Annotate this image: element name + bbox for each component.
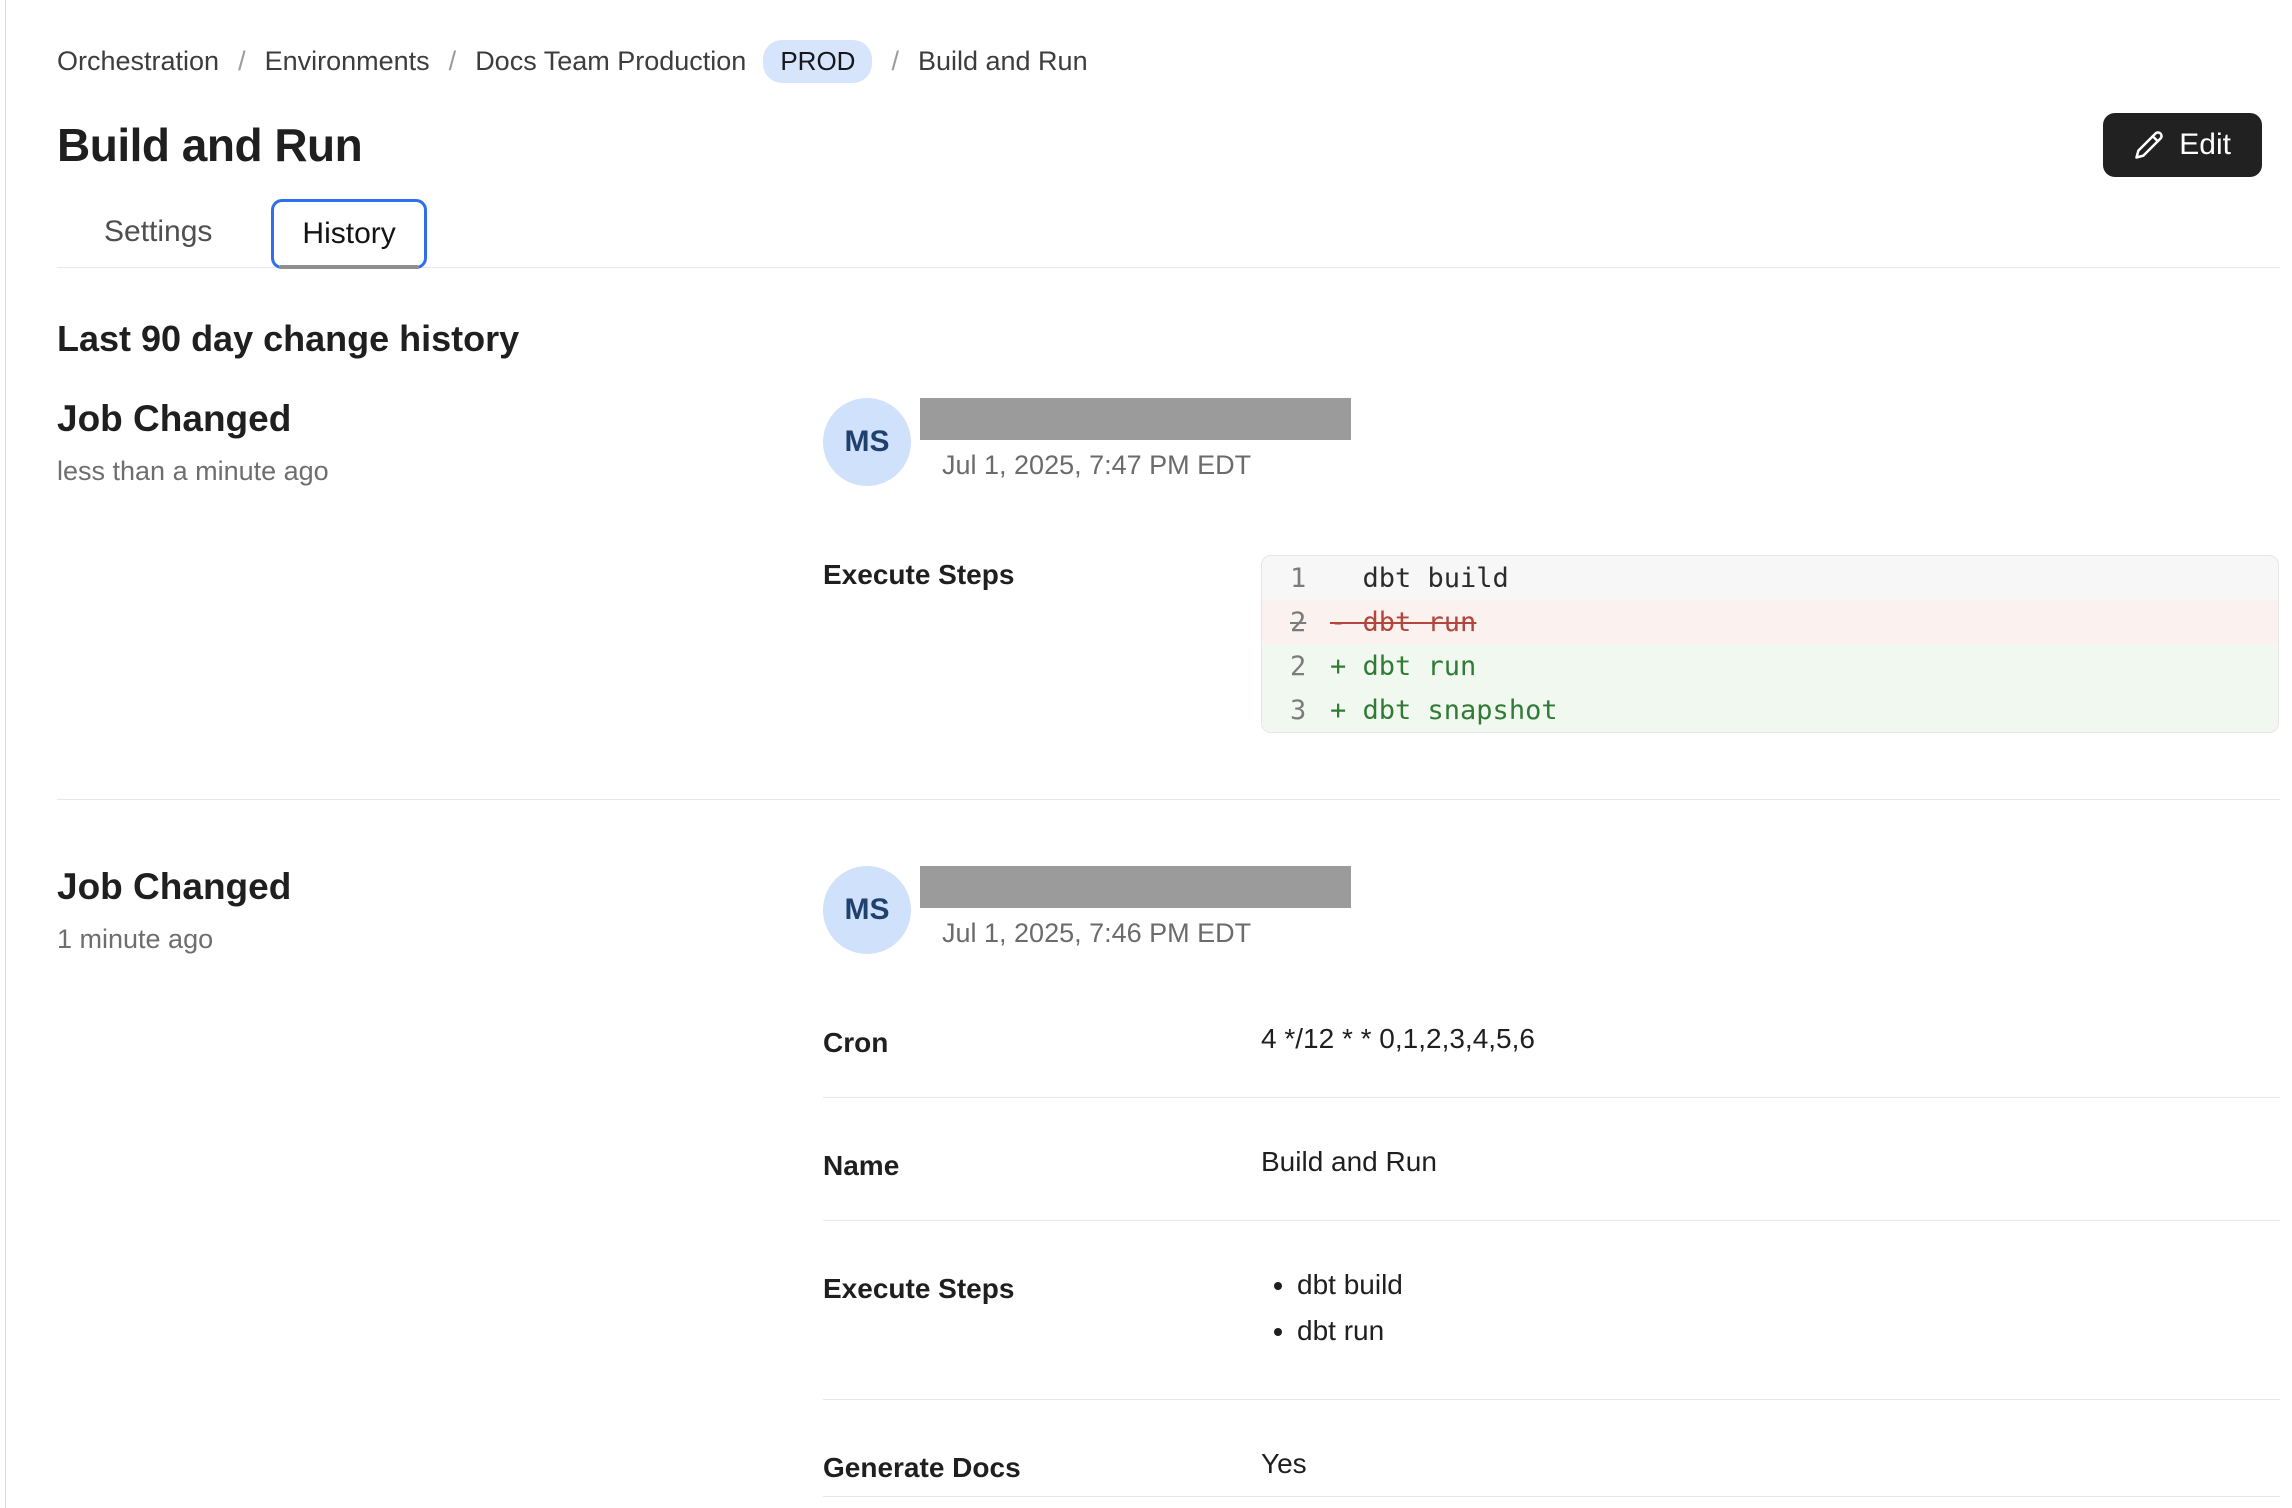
diff-text: dbt run [1363,607,1477,638]
field-row-generate-docs: Generate Docs Yes [823,1400,2280,1497]
change-history-heading: Last 90 day change history [57,318,2280,360]
page-title: Build and Run [57,118,362,172]
execute-step-item: dbt run [1297,1315,2280,1347]
field-label: Name [823,1146,1261,1182]
edit-button[interactable]: Edit [2103,113,2262,177]
breadcrumb-separator: / [449,46,457,77]
tab-settings[interactable]: Settings [73,197,243,267]
pencil-icon [2134,130,2164,160]
history-entry: Job Changed 1 minute ago MS Jul 1, 2025,… [57,800,2280,1497]
redacted-username [920,866,1351,908]
diff-prefix: - [1330,607,1363,638]
diff-text: dbt run [1363,651,1477,682]
entry-fields: Execute Steps 1 dbt build 2 - dbt run [823,555,2280,733]
breadcrumb-separator: / [238,46,246,77]
generate-docs-value: Yes [1261,1448,2280,1484]
entry-relative-time: 1 minute ago [57,924,823,955]
entry-relative-time: less than a minute ago [57,456,823,487]
diff-line-number: 2 [1262,607,1330,638]
breadcrumb-current-job: Build and Run [918,46,1088,77]
sidebar-edge-divider [5,0,6,1508]
field-row-name: Name Build and Run [823,1098,2280,1221]
entry-details: MS Jul 1, 2025, 7:46 PM EDT Cron 4 */12 … [823,866,2280,1497]
field-row: Execute Steps 1 dbt build 2 - dbt run [823,555,2280,733]
field-row-execute-steps: Execute Steps dbt build dbt run [823,1221,2280,1400]
entry-title: Job Changed [57,398,823,440]
field-label: Execute Steps [823,1269,1261,1361]
entry-summary: Job Changed 1 minute ago [57,866,823,1497]
diff-line-context: 1 dbt build [1262,556,2278,600]
tab-history[interactable]: History [271,199,426,269]
diff-line-removed: 2 - dbt run [1262,600,2278,644]
tab-bar: Settings History [57,197,2280,268]
breadcrumb-environments[interactable]: Environments [265,46,430,77]
entry-timestamp: Jul 1, 2025, 7:46 PM EDT [920,918,1351,949]
diff-block: 1 dbt build 2 - dbt run 2 + dbt run [1261,555,2279,733]
diff-line-added: 2 + dbt run [1262,644,2278,688]
diff-text: dbt build [1363,563,1509,594]
author-block: MS Jul 1, 2025, 7:46 PM EDT [823,866,2280,954]
diff-line-number: 2 [1262,651,1330,682]
field-label: Execute Steps [823,555,1261,733]
entry-title: Job Changed [57,866,823,908]
breadcrumb: Orchestration / Environments / Docs Team… [57,40,2280,83]
execute-step-item: dbt build [1297,1269,2280,1301]
cron-value: 4 */12 * * 0,1,2,3,4,5,6 [1261,1023,2280,1059]
page-header: Build and Run Edit [57,113,2280,177]
diff-line-number: 3 [1262,695,1330,726]
author-meta: Jul 1, 2025, 7:47 PM EDT [920,398,1351,486]
history-entry: Job Changed less than a minute ago MS Ju… [57,398,2280,800]
field-label: Cron [823,1023,1261,1059]
field-label: Generate Docs [823,1448,1261,1484]
diff-text: dbt snapshot [1363,695,1558,726]
avatar: MS [823,866,911,954]
entry-details: MS Jul 1, 2025, 7:47 PM EDT Execute Step… [823,398,2280,733]
redacted-username [920,398,1351,440]
entry-summary: Job Changed less than a minute ago [57,398,823,733]
author-block: MS Jul 1, 2025, 7:47 PM EDT [823,398,2280,486]
diff-prefix: + [1330,651,1363,682]
entry-timestamp: Jul 1, 2025, 7:47 PM EDT [920,450,1351,481]
diff-line-added: 3 + dbt snapshot [1262,688,2278,732]
breadcrumb-separator: / [891,46,899,77]
diff-prefix [1330,563,1363,594]
field-row-cron: Cron 4 */12 * * 0,1,2,3,4,5,6 [823,1023,2280,1098]
execute-steps-list: dbt build dbt run [1261,1269,2280,1361]
avatar: MS [823,398,911,486]
environment-prod-badge: PROD [763,40,872,83]
edit-button-label: Edit [2179,128,2231,162]
diff-prefix: + [1330,695,1363,726]
job-history-page: Orchestration / Environments / Docs Team… [0,0,2292,1497]
author-meta: Jul 1, 2025, 7:46 PM EDT [920,866,1351,954]
execute-steps-diff: 1 dbt build 2 - dbt run 2 + dbt run [1261,555,2280,733]
diff-line-number: 1 [1262,563,1330,594]
name-value: Build and Run [1261,1146,2280,1182]
entry-fields: Cron 4 */12 * * 0,1,2,3,4,5,6 Name Build… [823,1023,2280,1497]
breadcrumb-orchestration[interactable]: Orchestration [57,46,219,77]
breadcrumb-environment-name[interactable]: Docs Team Production [475,46,746,77]
